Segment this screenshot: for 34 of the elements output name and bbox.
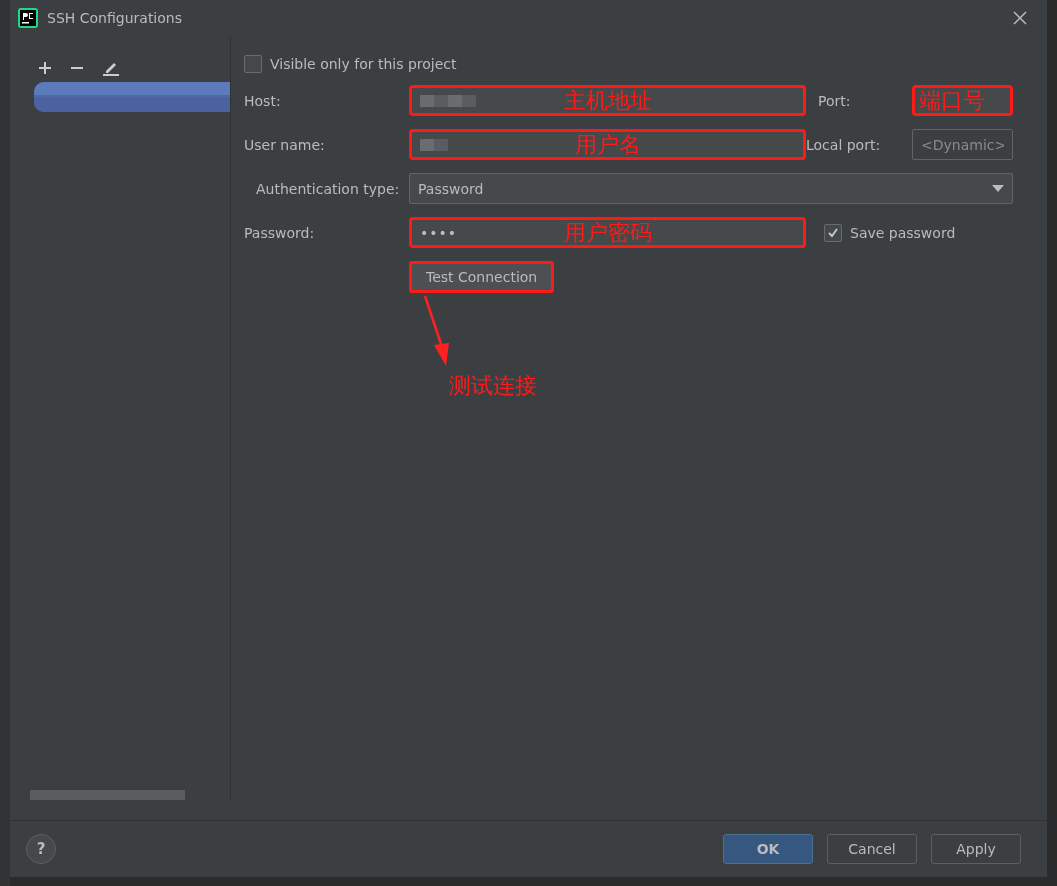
add-icon[interactable] <box>38 61 52 75</box>
local-port-field[interactable]: <Dynamic> <box>912 129 1013 160</box>
field-label: Port: <box>817 92 852 109</box>
window-title: SSH Configurations <box>47 10 183 26</box>
close-icon[interactable] <box>1013 11 1027 25</box>
dropdown-caret-icon <box>992 185 1004 192</box>
dialog-button[interactable]: Cancel <box>827 834 917 864</box>
redacted-value <box>420 94 476 107</box>
app-logo-icon <box>18 8 38 28</box>
annotation-label: 测试连接 <box>449 372 537 400</box>
field-label: Authentication type: <box>255 180 401 197</box>
checkbox-label: Visible only for this project <box>270 56 457 72</box>
annotation-label: 用户密码 <box>563 218 652 247</box>
checkbox[interactable] <box>824 223 842 242</box>
redacted-value <box>420 138 448 151</box>
help-button[interactable]: ? <box>26 834 56 864</box>
scrollbar[interactable] <box>30 790 185 800</box>
field-label: User name: <box>244 136 326 153</box>
authentication-type-dropdown[interactable]: Password <box>409 173 1013 204</box>
dialog-button[interactable]: Apply <box>931 834 1021 864</box>
annotation-label: 用户名 <box>574 130 641 159</box>
checkmark-icon <box>827 226 839 239</box>
password-field[interactable]: •••• 用户密码 <box>409 217 806 248</box>
dialog-button[interactable]: OK <box>723 834 813 864</box>
field-label: Password: <box>244 224 316 241</box>
field-label: Host: <box>244 92 282 109</box>
checkbox-label: Save password <box>850 224 956 241</box>
test-connection-button[interactable]: Test Connection <box>409 261 555 293</box>
annotation-arrow <box>422 295 452 367</box>
checkbox[interactable] <box>244 55 262 73</box>
annotation-label: 主机地址 <box>563 86 652 115</box>
edit-icon[interactable] <box>102 60 120 76</box>
field-label: Local port: <box>806 136 882 153</box>
annotation-label: 端口号 <box>919 86 985 115</box>
